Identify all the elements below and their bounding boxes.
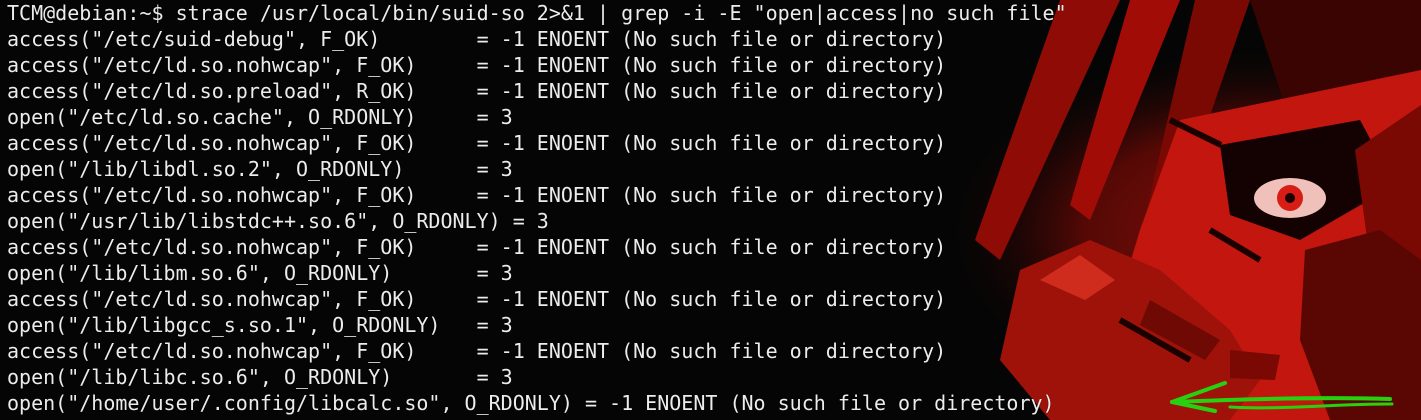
strace-line: access("/etc/ld.so.nohwcap", F_OK) = -1 … <box>7 339 947 363</box>
strace-line: access("/etc/ld.so.nohwcap", F_OK) = -1 … <box>7 235 947 259</box>
missing-library-line: open("/home/user/.config/libcalc.so", O_… <box>7 391 1055 415</box>
shell-prompt: TCM@debian:~$ <box>7 1 176 25</box>
strace-line: open("/lib/libdl.so.2", O_RDONLY) = 3 <box>7 157 513 181</box>
strace-line: open("/usr/lib/libstdc++.so.6", O_RDONLY… <box>7 209 549 233</box>
strace-line: open("/lib/libgcc_s.so.1", O_RDONLY) = 3 <box>7 313 513 337</box>
terminal-window[interactable]: TCM@debian:~$ strace /usr/local/bin/suid… <box>0 0 1421 420</box>
strace-line: open("/lib/libc.so.6", O_RDONLY) = 3 <box>7 365 513 389</box>
strace-line: open("/lib/libm.so.6", O_RDONLY) = 3 <box>7 261 513 285</box>
strace-line: access("/etc/ld.so.nohwcap", F_OK) = -1 … <box>7 183 947 207</box>
strace-line: access("/etc/ld.so.nohwcap", F_OK) = -1 … <box>7 53 947 77</box>
strace-line: open("/etc/ld.so.cache", O_RDONLY) = 3 <box>7 105 513 129</box>
strace-line: access("/etc/ld.so.nohwcap", F_OK) = -1 … <box>7 131 947 155</box>
strace-line: access("/etc/suid-debug", F_OK) = -1 ENO… <box>7 27 947 51</box>
shell-command: strace /usr/local/bin/suid-so 2>&1 | gre… <box>175 1 1067 25</box>
command-line: TCM@debian:~$ strace /usr/local/bin/suid… <box>7 0 1067 26</box>
terminal-output[interactable]: TCM@debian:~$ strace /usr/local/bin/suid… <box>7 0 1067 416</box>
strace-line: access("/etc/ld.so.nohwcap", F_OK) = -1 … <box>7 287 947 311</box>
strace-line: access("/etc/ld.so.preload", R_OK) = -1 … <box>7 79 947 103</box>
